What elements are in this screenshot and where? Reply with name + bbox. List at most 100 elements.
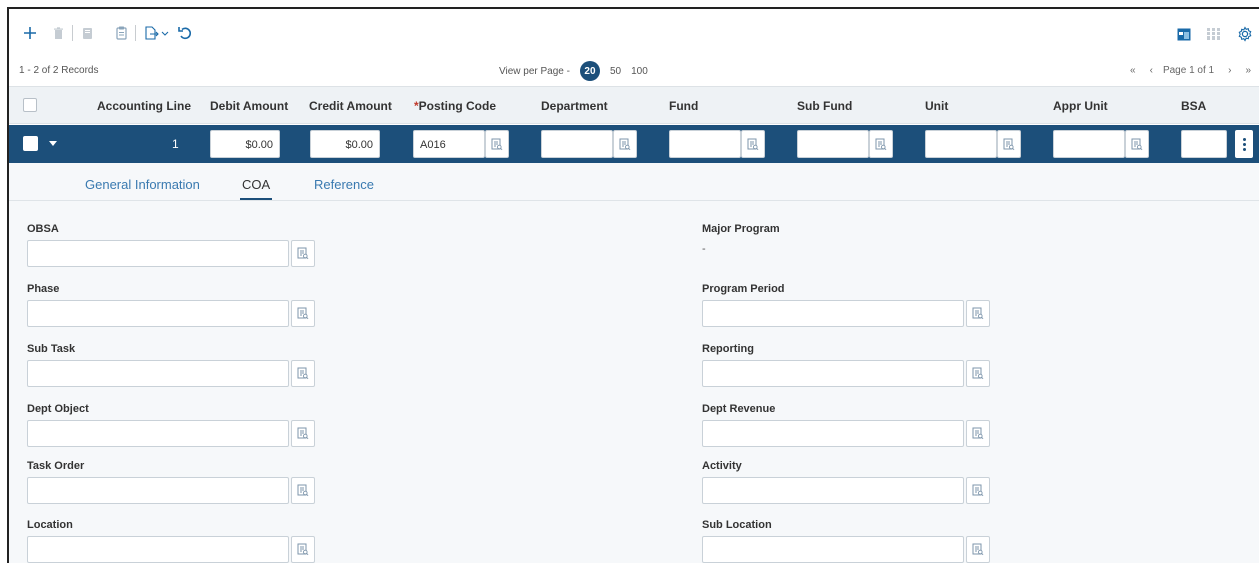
- last-page-icon[interactable]: »: [1245, 65, 1251, 76]
- location-label: Location: [27, 519, 73, 531]
- column-header-debit-amount[interactable]: Debit Amount: [210, 99, 288, 113]
- location-lookup-icon[interactable]: [291, 536, 315, 563]
- unit-lookup-icon[interactable]: [997, 130, 1021, 158]
- table-row[interactable]: 1 $0.00 $0.00 A016: [9, 125, 1259, 163]
- paste-icon[interactable]: [114, 22, 128, 44]
- grid-view-icon[interactable]: [1177, 23, 1191, 45]
- reporting-label: Reporting: [702, 343, 754, 355]
- sub-task-input[interactable]: [27, 360, 289, 387]
- unit-input[interactable]: [925, 130, 997, 158]
- phase-label: Phase: [27, 283, 60, 295]
- sub-fund-input[interactable]: [797, 130, 869, 158]
- dept-revenue-lookup-icon[interactable]: [966, 420, 990, 447]
- page-navigation: « ‹ Page 1 of 1 › »: [1130, 65, 1251, 76]
- task-order-input[interactable]: [27, 477, 289, 504]
- major-program-label: Major Program: [702, 223, 780, 235]
- grid-header: Accounting Line Debit Amount Credit Amou…: [9, 86, 1259, 124]
- reporting-lookup-icon[interactable]: [966, 360, 990, 387]
- app-frame: 1 - 2 of 2 Records View per Page - 20 50…: [7, 7, 1259, 563]
- page-size-option-50[interactable]: 50: [610, 66, 621, 77]
- dept-revenue-label: Dept Revenue: [702, 403, 776, 415]
- dept-object-input[interactable]: [27, 420, 289, 447]
- obsa-input[interactable]: [27, 240, 289, 267]
- tab-reference[interactable]: Reference: [314, 177, 374, 192]
- copy-icon[interactable]: [80, 22, 94, 44]
- undo-icon[interactable]: [177, 22, 193, 44]
- select-all-checkbox[interactable]: [23, 98, 37, 112]
- settings-icon[interactable]: [1237, 23, 1253, 45]
- program-period-input[interactable]: [702, 300, 964, 327]
- program-period-label: Program Period: [702, 283, 785, 295]
- page-size-option-20[interactable]: 20: [579, 61, 600, 81]
- credit-amount-input[interactable]: $0.00: [310, 130, 380, 158]
- appr-unit-input[interactable]: [1053, 130, 1125, 158]
- column-header-accounting-line[interactable]: Accounting Line: [97, 99, 191, 113]
- row-actions-kebab-icon[interactable]: [1235, 130, 1253, 158]
- column-header-fund[interactable]: Fund: [669, 99, 698, 113]
- sub-location-input[interactable]: [702, 536, 964, 563]
- department-lookup-icon[interactable]: [613, 130, 637, 158]
- obsa-label: OBSA: [27, 223, 59, 235]
- page-size-option-100[interactable]: 100: [631, 66, 648, 77]
- first-page-icon[interactable]: «: [1130, 65, 1136, 76]
- phase-input[interactable]: [27, 300, 289, 327]
- sub-task-label: Sub Task: [27, 343, 76, 355]
- toolbar-divider: [135, 25, 136, 41]
- next-page-icon[interactable]: ›: [1228, 65, 1231, 76]
- page-indicator: Page 1 of 1: [1162, 65, 1215, 76]
- column-header-sub-fund[interactable]: Sub Fund: [797, 99, 852, 113]
- sub-location-lookup-icon[interactable]: [966, 536, 990, 563]
- posting-code-input[interactable]: A016: [413, 130, 485, 158]
- records-count: 1 - 2 of 2 Records: [19, 65, 99, 76]
- program-period-lookup-icon[interactable]: [966, 300, 990, 327]
- column-header-credit-amount[interactable]: Credit Amount: [309, 99, 392, 113]
- export-icon[interactable]: [143, 22, 171, 44]
- view-per-page-label: View per Page -: [499, 65, 570, 77]
- location-input[interactable]: [27, 536, 289, 563]
- phase-lookup-icon[interactable]: [291, 300, 315, 327]
- column-header-posting-code[interactable]: *Posting Code: [414, 99, 496, 113]
- fund-lookup-icon[interactable]: [741, 130, 765, 158]
- dept-revenue-input[interactable]: [702, 420, 964, 447]
- column-header-unit[interactable]: Unit: [925, 99, 948, 113]
- activity-label: Activity: [702, 460, 742, 472]
- department-input[interactable]: [541, 130, 613, 158]
- toolbar-divider: [72, 25, 73, 41]
- major-program-value: -: [702, 243, 706, 255]
- row-checkbox[interactable]: [23, 136, 38, 151]
- sub-fund-lookup-icon[interactable]: [869, 130, 893, 158]
- task-order-label: Task Order: [27, 460, 85, 472]
- debit-amount-input[interactable]: $0.00: [210, 130, 280, 158]
- delete-icon[interactable]: [51, 22, 65, 44]
- column-header-appr-unit[interactable]: Appr Unit: [1053, 99, 1108, 113]
- view-per-page: View per Page - 20 50 100: [499, 61, 648, 81]
- add-icon[interactable]: [21, 22, 39, 44]
- tab-general-information[interactable]: General Information: [85, 177, 200, 192]
- posting-code-label: Posting Code: [418, 99, 497, 113]
- reporting-input[interactable]: [702, 360, 964, 387]
- activity-input[interactable]: [702, 477, 964, 504]
- appr-unit-lookup-icon[interactable]: [1125, 130, 1149, 158]
- posting-code-value: A016: [420, 139, 446, 151]
- tab-coa[interactable]: COA: [239, 177, 273, 200]
- previous-page-icon[interactable]: ‹: [1150, 65, 1153, 76]
- dept-object-lookup-icon[interactable]: [291, 420, 315, 447]
- task-order-lookup-icon[interactable]: [291, 477, 315, 504]
- sub-task-lookup-icon[interactable]: [291, 360, 315, 387]
- dept-object-label: Dept Object: [27, 403, 89, 415]
- column-settings-icon[interactable]: [1207, 23, 1221, 45]
- activity-lookup-icon[interactable]: [966, 477, 990, 504]
- credit-amount-value: $0.00: [345, 139, 373, 151]
- column-header-bsa[interactable]: BSA: [1181, 99, 1206, 113]
- toolbar: [9, 9, 1259, 59]
- debit-amount-value: $0.00: [245, 139, 273, 151]
- expand-row-icon[interactable]: [49, 141, 57, 146]
- sub-location-label: Sub Location: [702, 519, 772, 531]
- bsa-input[interactable]: [1181, 130, 1227, 158]
- pager-bar: 1 - 2 of 2 Records View per Page - 20 50…: [9, 59, 1259, 85]
- fund-input[interactable]: [669, 130, 741, 158]
- column-header-department[interactable]: Department: [541, 99, 608, 113]
- posting-code-lookup-icon[interactable]: [485, 130, 509, 158]
- detail-tabs: General Information COA Reference: [9, 163, 1259, 201]
- obsa-lookup-icon[interactable]: [291, 240, 315, 267]
